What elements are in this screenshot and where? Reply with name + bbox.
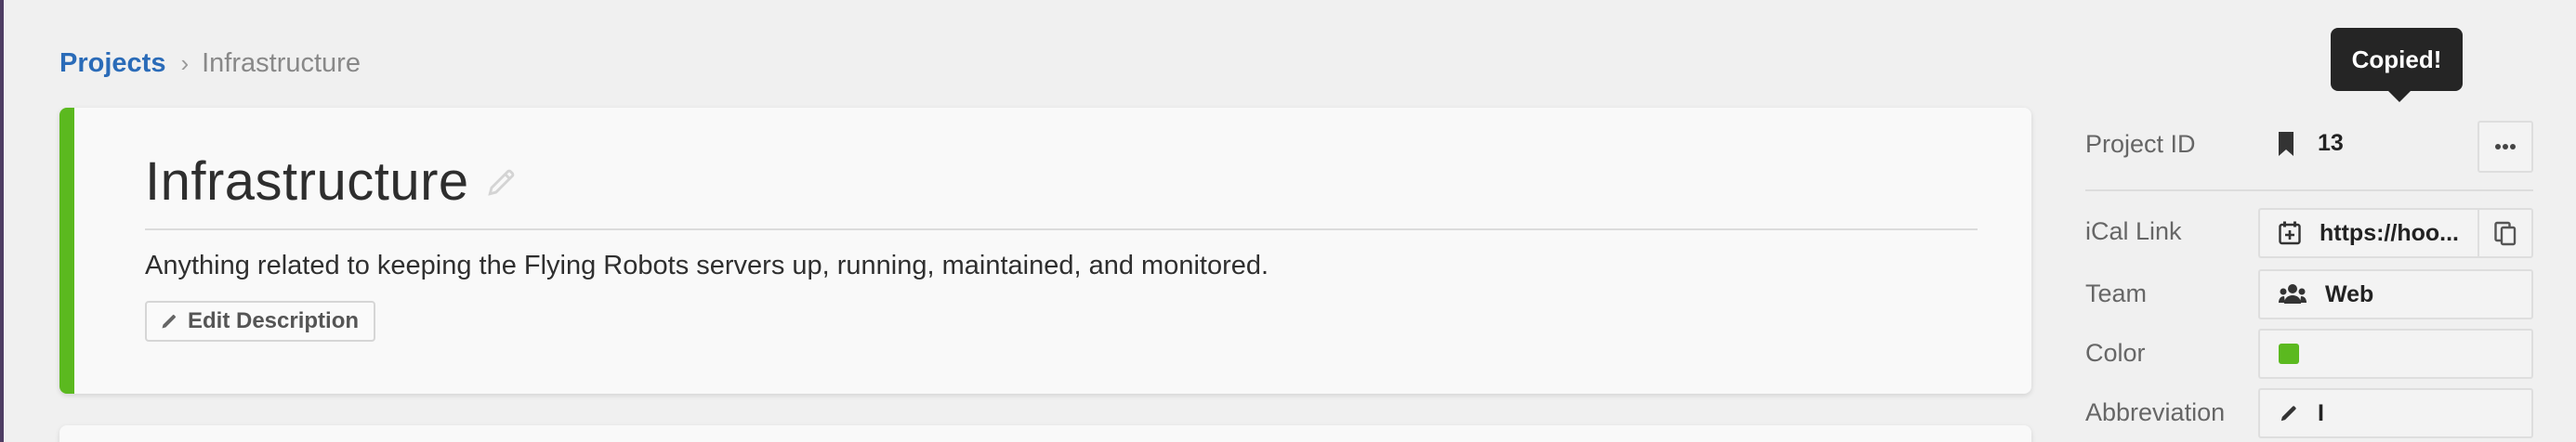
copy-ical-button[interactable] xyxy=(2477,208,2533,258)
more-options-button[interactable] xyxy=(2477,121,2533,173)
clipboard-icon xyxy=(2494,221,2517,246)
ical-link-field[interactable]: https://hoo... xyxy=(2258,208,2479,258)
breadcrumb-current: Infrastructure xyxy=(202,47,361,78)
abbreviation-label: Abbreviation xyxy=(2085,398,2226,426)
copied-tooltip: Copied! xyxy=(2331,28,2463,102)
project-id-value: 13 xyxy=(2277,130,2344,157)
ellipsis-icon xyxy=(2495,144,2516,150)
ical-link-value: https://hoo... xyxy=(2320,219,2459,246)
color-field[interactable] xyxy=(2258,329,2533,379)
ical-link-label: iCal Link xyxy=(2085,217,2182,245)
app-left-edge xyxy=(0,0,4,442)
team-label: Team xyxy=(2085,280,2148,307)
users-icon xyxy=(2279,284,2307,304)
project-title: Infrastructure xyxy=(145,151,469,212)
bookmark-icon xyxy=(2279,131,2293,156)
pencil-icon xyxy=(162,314,177,329)
project-card: Infrastructure Anything related to keepi… xyxy=(59,108,2031,394)
project-title-row: Infrastructure xyxy=(145,150,518,213)
breadcrumb-separator: › xyxy=(180,48,190,77)
color-label: Color xyxy=(2085,339,2146,367)
calendar-plus-icon xyxy=(2279,221,2301,245)
edit-title-pencil-icon[interactable] xyxy=(486,166,518,198)
side-divider xyxy=(2085,189,2533,191)
abbreviation-value: I xyxy=(2318,399,2324,426)
next-card xyxy=(59,425,2031,442)
breadcrumb: Projects › Infrastructure xyxy=(59,45,361,82)
pencil-icon xyxy=(2280,406,2296,422)
project-id-label: Project ID xyxy=(2085,130,2196,158)
abbreviation-field[interactable]: I xyxy=(2258,388,2533,438)
color-swatch xyxy=(2279,344,2299,364)
title-divider xyxy=(145,228,1978,230)
team-field[interactable]: Web xyxy=(2258,269,2533,319)
team-value: Web xyxy=(2325,280,2374,307)
edit-description-button[interactable]: Edit Description xyxy=(145,301,376,342)
edit-description-label: Edit Description xyxy=(188,308,360,333)
project-id-number: 13 xyxy=(2318,130,2344,156)
breadcrumb-projects-link[interactable]: Projects xyxy=(59,48,165,79)
project-description: Anything related to keeping the Flying R… xyxy=(145,251,1269,280)
